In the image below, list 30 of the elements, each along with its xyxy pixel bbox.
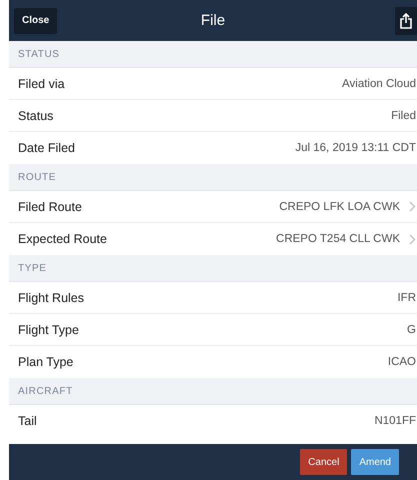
row-value: CREPO T254 CLL CWK <box>276 233 401 245</box>
share-button[interactable] <box>395 6 417 34</box>
row-label: Status <box>18 108 54 122</box>
section-title: TYPE <box>18 262 47 274</box>
close-button[interactable]: Close <box>14 8 58 34</box>
row-label: Expected Route <box>18 232 108 246</box>
row-value: Aviation Cloud <box>342 78 417 90</box>
row-label: Filed via <box>18 76 66 90</box>
section-title: ROUTE <box>18 172 56 182</box>
row-label: Date Filed <box>18 141 76 155</box>
row-value: IFR <box>397 292 417 304</box>
row-value: N101FF <box>374 415 417 427</box>
row-value: ICAO <box>388 356 417 368</box>
window-title: File <box>200 12 226 29</box>
row-label: Flight Type <box>18 322 80 336</box>
chevron-icon[interactable] <box>409 234 416 244</box>
section-title: STATUS <box>18 48 60 60</box>
row-label: Tail <box>18 414 38 428</box>
amend-button[interactable]: Amend <box>351 449 399 475</box>
row-value: Filed <box>391 110 417 122</box>
row-value: CREPO LFK LOA CWK <box>279 200 401 212</box>
section-title: AIRCRAFT <box>18 386 73 396</box>
chevron-icon[interactable] <box>409 201 416 212</box>
row-value: G <box>407 324 417 336</box>
row-label: Filed Route <box>18 200 83 214</box>
row-label: Plan Type <box>18 355 74 369</box>
row-label: Flight Rules <box>18 290 85 304</box>
row-value: Jul 16, 2019 13:11 CDT <box>295 142 417 154</box>
share-icon <box>399 12 413 28</box>
cancel-button[interactable]: Cancel <box>300 449 348 475</box>
